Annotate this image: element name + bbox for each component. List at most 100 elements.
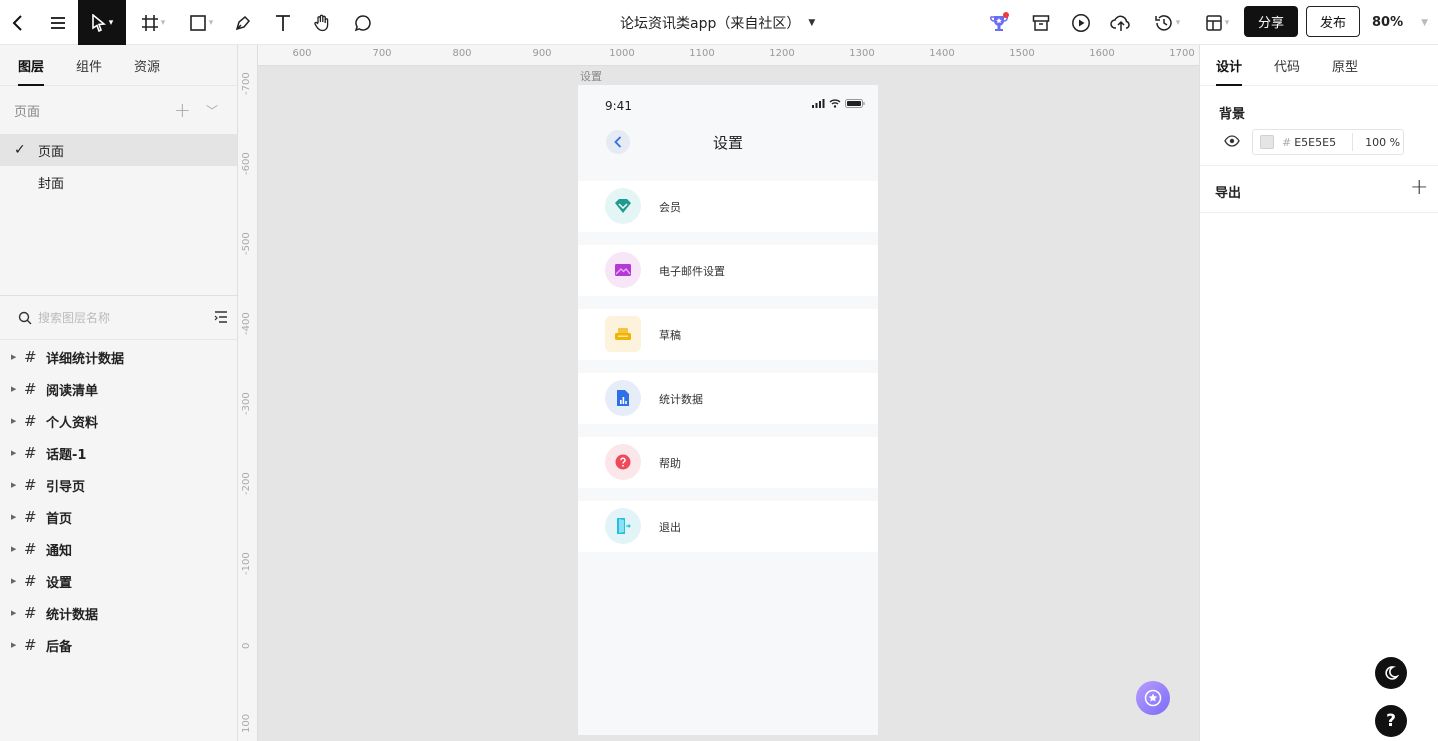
- caret-right-icon[interactable]: ▶: [11, 641, 16, 649]
- caret-right-icon[interactable]: ▶: [11, 577, 16, 585]
- pages-header: 页面 + ﹀: [0, 86, 237, 134]
- dark-mode-button[interactable]: [1375, 657, 1407, 689]
- layers-panel: 图层 组件 资源 页面 + ﹀ ✓ 页面 封面 搜索图层名称 ▶ # 详细统计数据 …: [0, 45, 238, 741]
- move-tool-button[interactable]: ▾: [78, 0, 126, 45]
- phone-frame[interactable]: 9:41 设置 会员 电子邮件设置 草稿 统计数据 帮助 退出: [578, 85, 878, 735]
- layer-item[interactable]: ▶ # 首页: [0, 501, 237, 533]
- text-tool-button[interactable]: [270, 0, 296, 45]
- layer-item[interactable]: ▶ # 通知: [0, 533, 237, 565]
- color-swatch[interactable]: [1260, 135, 1274, 149]
- history-icon: [1154, 14, 1172, 31]
- frame-tool-button[interactable]: ▾: [136, 0, 170, 45]
- frame-icon: [141, 14, 158, 31]
- page-item-label: 页面: [38, 144, 65, 160]
- add-page-icon[interactable]: +: [174, 98, 191, 122]
- tab-components[interactable]: 组件: [76, 45, 102, 86]
- ruler-tick: 1700: [1169, 48, 1195, 59]
- caret-right-icon[interactable]: ▶: [11, 513, 16, 521]
- publish-button[interactable]: 发布: [1306, 6, 1360, 37]
- ai-assistant-button[interactable]: [1136, 681, 1170, 715]
- vertical-ruler: -700 -600 -500 -400 -300 -200 -100 0 100: [238, 45, 258, 741]
- history-button[interactable]: ▾: [1148, 0, 1186, 45]
- zoom-dropdown[interactable]: 80% ▼: [1372, 0, 1428, 45]
- comment-tool-button[interactable]: [350, 0, 376, 45]
- layer-label: 首页: [46, 511, 73, 527]
- tab-prototype[interactable]: 原型: [1332, 45, 1358, 86]
- layer-search[interactable]: 搜索图层名称: [0, 296, 237, 340]
- add-export-icon[interactable]: +: [1410, 175, 1428, 200]
- ruler-tick: 1000: [609, 48, 635, 59]
- chevron-down-icon[interactable]: ﹀: [206, 102, 218, 119]
- back-arrow-icon[interactable]: [4, 0, 32, 45]
- document-title[interactable]: 论坛资讯类app（来自社区） ▼: [620, 0, 815, 45]
- archive-icon: [1032, 14, 1050, 31]
- menu-item-drafts[interactable]: 草稿: [578, 309, 878, 360]
- caret-right-icon[interactable]: ▶: [11, 609, 16, 617]
- logout-icon: [617, 518, 631, 534]
- design-canvas[interactable]: 600 700 800 900 1000 1100 1200 1300 1400…: [238, 45, 1199, 741]
- tab-design[interactable]: 设计: [1216, 45, 1243, 86]
- frame-icon: #: [24, 444, 37, 462]
- layer-item[interactable]: ▶ # 阅读清单: [0, 373, 237, 405]
- pen-tool-button[interactable]: [230, 0, 256, 45]
- check-icon: ✓: [14, 142, 26, 158]
- menu-item-logout[interactable]: 退出: [578, 501, 878, 552]
- menu-icon-wrap: [605, 252, 641, 288]
- archive-button[interactable]: [1028, 0, 1054, 45]
- ruler-tick: 700: [372, 48, 392, 59]
- play-button[interactable]: [1068, 0, 1094, 45]
- hex-value[interactable]: E5E5E5: [1294, 136, 1336, 149]
- search-input[interactable]: 搜索图层名称: [38, 309, 110, 326]
- caret-right-icon[interactable]: ▶: [11, 353, 16, 361]
- tab-assets[interactable]: 资源: [134, 45, 160, 86]
- layout-button[interactable]: ▾: [1198, 0, 1236, 45]
- cursor-icon: [91, 13, 106, 32]
- ruler-tick: 1600: [1089, 48, 1115, 59]
- caret-right-icon[interactable]: ▶: [11, 385, 16, 393]
- help-button[interactable]: ?: [1375, 705, 1407, 737]
- layer-list: ▶ # 详细统计数据 ▶ # 阅读清单 ▶ # 个人资料 ▶ # 话题-1 ▶ # 引导页 ▶ # 首页…: [0, 341, 237, 661]
- tab-code[interactable]: 代码: [1274, 45, 1300, 86]
- layer-label: 个人资料: [46, 415, 99, 431]
- page-item[interactable]: ✓ 页面: [0, 134, 237, 166]
- frame-icon: #: [24, 348, 37, 366]
- caret-right-icon[interactable]: ▶: [11, 417, 16, 425]
- ruler-tick: 1300: [849, 48, 875, 59]
- layer-item[interactable]: ▶ # 引导页: [0, 469, 237, 501]
- caret-right-icon[interactable]: ▶: [11, 449, 16, 457]
- play-icon: [1072, 13, 1090, 32]
- layer-label: 话题-1: [46, 447, 87, 463]
- trophy-button[interactable]: [986, 0, 1012, 45]
- moon-icon: [1385, 666, 1399, 680]
- nav-header: 设置: [578, 125, 878, 161]
- shape-tool-button[interactable]: ▾: [184, 0, 218, 45]
- layer-item[interactable]: ▶ # 后备: [0, 629, 237, 661]
- background-row: # E5E5E5 100 %: [1222, 129, 1412, 155]
- menu-item-help[interactable]: 帮助: [578, 437, 878, 488]
- share-button[interactable]: 分享: [1244, 6, 1298, 37]
- caret-right-icon[interactable]: ▶: [11, 481, 16, 489]
- menu-item-statistics[interactable]: 统计数据: [578, 373, 878, 424]
- ruler-tick: 1500: [1009, 48, 1035, 59]
- menu-icon-wrap: [605, 380, 641, 416]
- hand-tool-button[interactable]: [308, 0, 336, 45]
- menu-item-label: 会员: [659, 201, 681, 214]
- page-item-label: 封面: [38, 176, 65, 192]
- layer-item[interactable]: ▶ # 个人资料: [0, 405, 237, 437]
- background-color-field[interactable]: # E5E5E5 100 %: [1252, 129, 1404, 155]
- layer-item[interactable]: ▶ # 设置: [0, 565, 237, 597]
- frame-label[interactable]: 设置: [580, 68, 602, 84]
- menu-icon[interactable]: [44, 0, 72, 45]
- page-item[interactable]: 封面: [0, 166, 237, 198]
- filter-list-icon[interactable]: [214, 310, 228, 324]
- layer-item[interactable]: ▶ # 话题-1: [0, 437, 237, 469]
- opacity-value[interactable]: 100 %: [1365, 136, 1400, 149]
- menu-item-email-settings[interactable]: 电子邮件设置: [578, 245, 878, 296]
- menu-item-membership[interactable]: 会员: [578, 181, 878, 232]
- layer-item[interactable]: ▶ # 详细统计数据: [0, 341, 237, 373]
- tab-layers[interactable]: 图层: [18, 45, 45, 86]
- upload-button[interactable]: [1108, 0, 1134, 45]
- eye-icon[interactable]: [1224, 135, 1240, 147]
- caret-right-icon[interactable]: ▶: [11, 545, 16, 553]
- layer-item[interactable]: ▶ # 统计数据: [0, 597, 237, 629]
